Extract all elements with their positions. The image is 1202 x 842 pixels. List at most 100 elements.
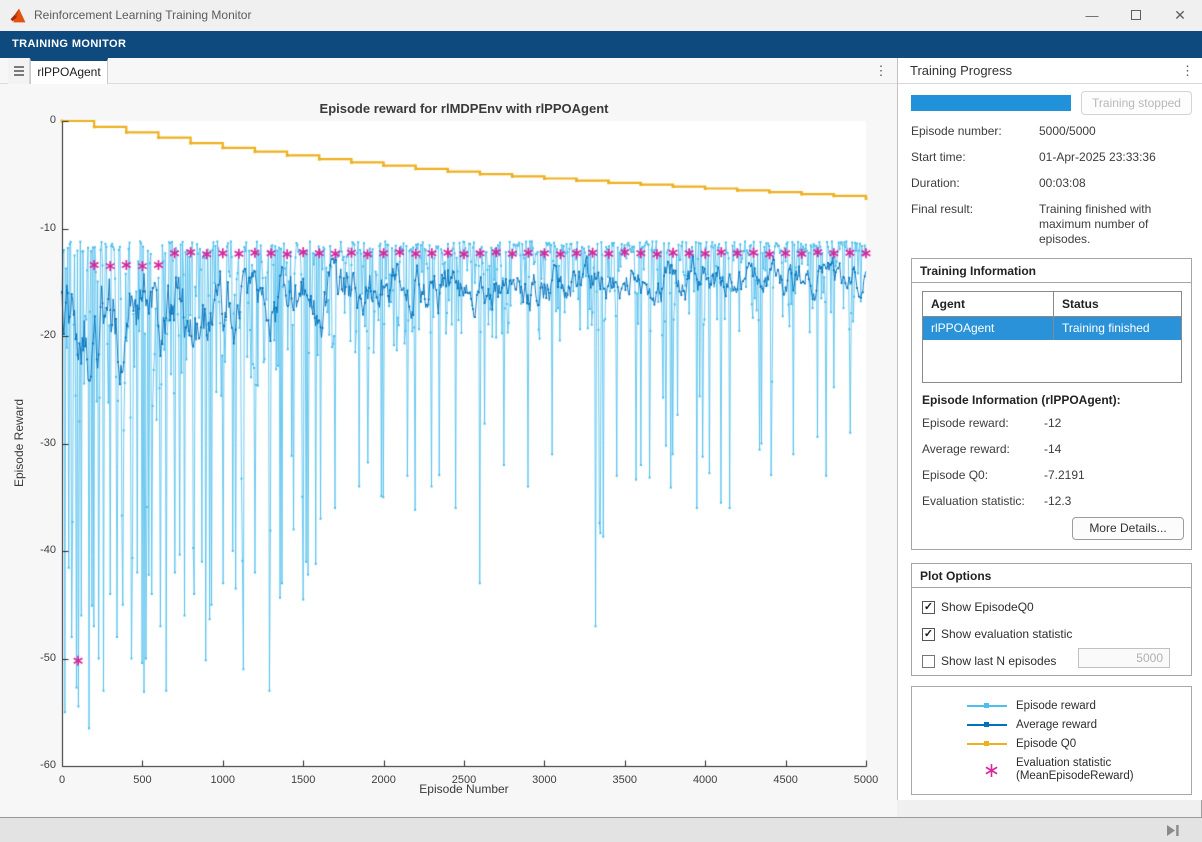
legend-label: Evaluation statistic(MeanEpisodeReward) (1016, 757, 1134, 784)
checkbox-icon: ✓ (922, 601, 935, 614)
y-tick-label: -40 (14, 544, 56, 556)
table-cell-status: Training finished (1053, 317, 1181, 340)
checkbox-icon (922, 655, 935, 668)
episode-info-value: -12 (1044, 416, 1061, 430)
summary-label: Start time: (911, 150, 1039, 165)
tab-menu-button[interactable] (8, 58, 30, 84)
figure-pane-menu-icon[interactable]: ⋮ (868, 58, 894, 84)
legend-line-icon (967, 705, 1007, 707)
matlab-logo-icon (10, 7, 27, 24)
checkbox-label: Show evaluation statistic (941, 627, 1072, 641)
close-button[interactable]: ✕ (1158, 0, 1202, 31)
checkbox-show-episodeq0[interactable]: ✓Show EpisodeQ0 (922, 597, 1034, 617)
summary-label: Episode number: (911, 124, 1039, 139)
summary-row: Duration:00:03:08 (911, 176, 1193, 191)
reward-chart-canvas[interactable] (0, 84, 897, 817)
episode-info-label: Evaluation statistic: (922, 494, 1044, 508)
table-header-status: Status (1053, 292, 1181, 316)
training-progress-bar (911, 95, 1071, 111)
last-n-episodes-input[interactable] (1078, 648, 1170, 668)
summary-value: Training finished with maximum number of… (1039, 202, 1193, 247)
legend-label: Episode reward (1016, 700, 1096, 712)
checkbox-show-last-n-episodes[interactable]: Show last N episodes (922, 651, 1056, 671)
episode-info-row: Episode Q0:-7.2191 (922, 468, 1184, 482)
training-progress-fill (911, 95, 1071, 111)
agent-status-table: AgentStatusrlPPOAgentTraining finished (922, 291, 1182, 383)
legend-dot (984, 722, 989, 727)
status-bar (0, 817, 1202, 842)
table-row[interactable]: rlPPOAgentTraining finished (923, 317, 1181, 340)
legend-entry: Average reward (967, 715, 1191, 734)
episode-info-label: Episode Q0: (922, 468, 1044, 482)
summary-row: Episode number:5000/5000 (911, 124, 1193, 139)
hamburger-icon (14, 66, 24, 68)
episode-info-value: -7.2191 (1044, 468, 1085, 482)
episode-information-list: Episode reward:-12 Average reward:-14 Epis… (922, 416, 1184, 520)
training-progress-panel: Training Progress ⋮ Training stopped Epi… (897, 58, 1202, 800)
asterisk-icon (984, 763, 1007, 778)
x-tick-label: 2000 (354, 774, 414, 786)
episode-info-value: -14 (1044, 442, 1061, 456)
x-tick-label: 3500 (595, 774, 655, 786)
y-tick-label: -30 (14, 437, 56, 449)
training-summary: Episode number:5000/5000 Start time:01-Ap… (911, 124, 1193, 258)
x-tick-label: 1500 (273, 774, 333, 786)
x-tick-label: 0 (32, 774, 92, 786)
x-tick-label: 500 (112, 774, 172, 786)
x-tick-label: 4500 (756, 774, 816, 786)
tab-rlppoagent[interactable]: rlPPOAgent (30, 58, 108, 85)
window-title: Reinforcement Learning Training Monitor (34, 0, 251, 31)
panel-title: Training Progress (910, 58, 1012, 84)
ribbon-toolstrip: TRAINING MONITOR (0, 31, 1202, 58)
checkbox-show-evaluation-statistic[interactable]: ✓ Show evaluation statistic (922, 624, 1072, 644)
episode-info-row: Evaluation statistic:-12.3 (922, 494, 1184, 508)
document-tab-strip (0, 58, 897, 84)
training-information-title: Training Information (912, 259, 1191, 283)
chart-legend: Episode reward Average reward Episode Q0 Ev… (911, 686, 1192, 795)
minimize-button[interactable]: — (1070, 0, 1114, 31)
panel-menu-icon[interactable]: ⋮ (1181, 58, 1194, 84)
legend-dot (984, 703, 989, 708)
summary-value: 00:03:08 (1039, 176, 1193, 191)
episode-info-value: -12.3 (1044, 494, 1071, 508)
x-tick-label: 5000 (836, 774, 896, 786)
panel-header: Training Progress ⋮ (898, 58, 1202, 84)
summary-row: Start time:01-Apr-2025 23:33:36 (911, 150, 1193, 165)
checkbox-icon: ✓ (922, 628, 935, 641)
plot-options-group: Plot Options ✓Show EpisodeQ0✓Show evalua… (911, 563, 1192, 676)
more-details-button[interactable]: More Details... (1072, 517, 1184, 540)
maximize-button[interactable] (1114, 0, 1158, 31)
ribbon-tab-training-monitor[interactable]: TRAINING MONITOR (12, 31, 126, 58)
legend-entry: Episode reward (967, 696, 1191, 715)
training-information-group: Training Information AgentStatusrlPPOAge… (911, 258, 1192, 550)
y-tick-label: -10 (14, 222, 56, 234)
legend-label: Episode Q0 (1016, 738, 1076, 750)
y-tick-label: -50 (14, 652, 56, 664)
legend-entry: Evaluation statistic(MeanEpisodeReward) (984, 753, 1191, 787)
y-tick-label: 0 (14, 114, 56, 126)
legend-line-icon (967, 724, 1007, 726)
summary-label: Final result: (911, 202, 1039, 247)
summary-value: 01-Apr-2025 23:33:36 (1039, 150, 1193, 165)
legend-label: Average reward (1016, 719, 1097, 731)
summary-row: Final result:Training finished with maxi… (911, 202, 1193, 247)
episode-info-row: Average reward:-14 (922, 442, 1184, 456)
episode-information-title: Episode Information (rlPPOAgent): (922, 393, 1121, 407)
expand-panel-icon[interactable] (1166, 824, 1180, 837)
figure-pane: Episode reward for rlMDPEnv with rlPPOAg… (0, 84, 897, 817)
title-bar: Reinforcement Learning Training Monitor … (0, 0, 1202, 31)
x-tick-label: 4000 (675, 774, 735, 786)
training-stopped-button[interactable]: Training stopped (1081, 91, 1192, 115)
y-tick-label: -60 (14, 759, 56, 771)
maximize-icon (1131, 10, 1141, 20)
x-tick-label: 2500 (434, 774, 494, 786)
table-header-row: AgentStatus (923, 292, 1181, 317)
x-tick-label: 3000 (514, 774, 574, 786)
legend-dot (984, 741, 989, 746)
episode-info-label: Episode reward: (922, 416, 1044, 430)
plot-options-title: Plot Options (912, 564, 1191, 588)
chart-title: Episode reward for rlMDPEnv with rlPPOAg… (62, 101, 866, 116)
summary-label: Duration: (911, 176, 1039, 191)
legend-entry: Episode Q0 (967, 734, 1191, 753)
x-tick-label: 1000 (193, 774, 253, 786)
